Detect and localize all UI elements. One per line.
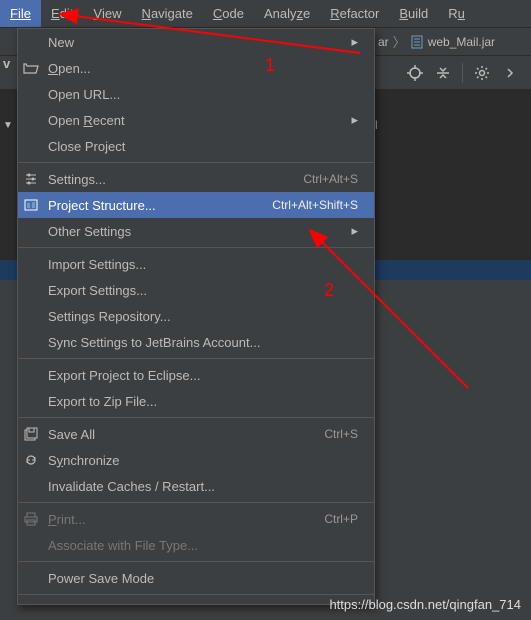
menu-view[interactable]: View [83, 0, 131, 27]
menu-shortcut: Ctrl+Alt+S [303, 172, 358, 186]
menu-shortcut: Ctrl+Alt+Shift+S [272, 198, 358, 212]
blank-icon [22, 85, 40, 103]
settings-icon [22, 170, 40, 188]
menu-label: Synchronize [48, 453, 358, 468]
blank-icon [22, 366, 40, 384]
menu-navigate[interactable]: Navigate [132, 0, 203, 27]
menu-item-import-settings[interactable]: Import Settings... [18, 251, 374, 277]
submenu-arrow-icon: ▸ [351, 223, 358, 239]
menu-item-export-settings[interactable]: Export Settings... [18, 277, 374, 303]
menu-item-other-settings[interactable]: Other Settings ▸ [18, 218, 374, 244]
menu-label: Export Project to Eclipse... [48, 368, 358, 383]
menu-label: Open URL... [48, 87, 358, 102]
menu-item-open-recent[interactable]: Open Recent ▸ [18, 107, 374, 133]
menu-label: Associate with File Type... [48, 538, 358, 553]
blank-icon [22, 333, 40, 351]
blank-icon [22, 392, 40, 410]
blank-icon [22, 33, 40, 51]
chevron-right-icon[interactable] [497, 60, 523, 86]
breadcrumb-ar: ar [378, 35, 389, 49]
menu-label: Other Settings [48, 224, 351, 239]
sync-icon [22, 451, 40, 469]
folder-open-icon [22, 59, 40, 77]
blank-icon [22, 281, 40, 299]
menu-analyze[interactable]: Analyze [254, 0, 320, 27]
menu-item-power-save[interactable]: Power Save Mode [18, 565, 374, 591]
blank-icon [22, 307, 40, 325]
menu-separator [18, 561, 374, 562]
menu-label: Save All [48, 427, 324, 442]
menu-label: Import Settings... [48, 257, 358, 272]
menu-separator [18, 247, 374, 248]
menu-label: Project Structure... [48, 198, 272, 213]
menu-label: Settings Repository... [48, 309, 358, 324]
collapse-icon[interactable] [430, 60, 456, 86]
menu-label: Close Project [48, 139, 358, 154]
blank-icon [22, 255, 40, 273]
blank-icon [22, 222, 40, 240]
blank-icon [22, 111, 40, 129]
menu-shortcut: Ctrl+P [324, 512, 358, 526]
menu-label: Export to Zip File... [48, 394, 358, 409]
menu-item-settings-repository[interactable]: Settings Repository... [18, 303, 374, 329]
menu-item-project-structure[interactable]: Project Structure... Ctrl+Alt+Shift+S [18, 192, 374, 218]
menu-build[interactable]: Build [389, 0, 438, 27]
save-all-icon [22, 425, 40, 443]
breadcrumb-jar[interactable]: web_Mail.jar [428, 35, 495, 49]
project-structure-icon [22, 196, 40, 214]
menu-item-close-project[interactable]: Close Project [18, 133, 374, 159]
menu-label: Sync Settings to JetBrains Account... [48, 335, 358, 350]
target-icon[interactable] [402, 60, 428, 86]
breadcrumb-separator: 〉 [393, 32, 406, 51]
menu-separator [18, 594, 374, 595]
gear-icon[interactable] [469, 60, 495, 86]
menu-code[interactable]: Code [203, 0, 254, 27]
menu-separator [18, 417, 374, 418]
menu-label: Export Settings... [48, 283, 358, 298]
menu-item-sync-settings[interactable]: Sync Settings to JetBrains Account... [18, 329, 374, 355]
panel-triangle: ▼ [3, 120, 13, 131]
menu-shortcut: Ctrl+S [324, 427, 358, 441]
menu-item-synchronize[interactable]: Synchronize [18, 447, 374, 473]
menu-label: Open... [48, 61, 358, 76]
submenu-arrow-icon: ▸ [351, 112, 358, 128]
menu-item-associate-filetype[interactable]: Associate with File Type... [18, 532, 374, 558]
menu-item-save-all[interactable]: Save All Ctrl+S [18, 421, 374, 447]
blank-icon [22, 137, 40, 155]
menu-item-new[interactable]: New ▸ [18, 29, 374, 55]
menu-run[interactable]: Ru [438, 0, 475, 27]
menu-item-open[interactable]: Open... [18, 55, 374, 81]
menu-separator [18, 358, 374, 359]
toolbar-separator [462, 63, 463, 83]
menubar: File Edit View Navigate Code Analyze Ref… [0, 0, 531, 28]
menu-item-invalidate-caches[interactable]: Invalidate Caches / Restart... [18, 473, 374, 499]
jar-icon [410, 35, 424, 49]
blank-icon [22, 477, 40, 495]
menu-file[interactable]: File [0, 0, 41, 27]
menu-label: Invalidate Caches / Restart... [48, 479, 358, 494]
menu-item-settings[interactable]: Settings... Ctrl+Alt+S [18, 166, 374, 192]
menu-label: Power Save Mode [48, 571, 358, 586]
menu-edit[interactable]: Edit [41, 0, 83, 27]
menu-label: Open Recent [48, 113, 351, 128]
file-menu-dropdown: New ▸ Open... Open URL... Open Recent ▸ … [17, 28, 375, 605]
menu-item-export-zip[interactable]: Export to Zip File... [18, 388, 374, 414]
menu-separator [18, 502, 374, 503]
tab-hint: l [375, 118, 378, 132]
panel-v-label: v [3, 56, 10, 71]
menu-item-print[interactable]: Print... Ctrl+P [18, 506, 374, 532]
menu-label: New [48, 35, 351, 50]
menu-label: Print... [48, 512, 324, 527]
blank-icon [22, 569, 40, 587]
print-icon [22, 510, 40, 528]
menu-item-open-url[interactable]: Open URL... [18, 81, 374, 107]
menu-refactor[interactable]: Refactor [320, 0, 389, 27]
submenu-arrow-icon: ▸ [351, 34, 358, 50]
blank-icon [22, 536, 40, 554]
menu-separator [18, 162, 374, 163]
menu-item-export-eclipse[interactable]: Export Project to Eclipse... [18, 362, 374, 388]
menu-label: Settings... [48, 172, 303, 187]
